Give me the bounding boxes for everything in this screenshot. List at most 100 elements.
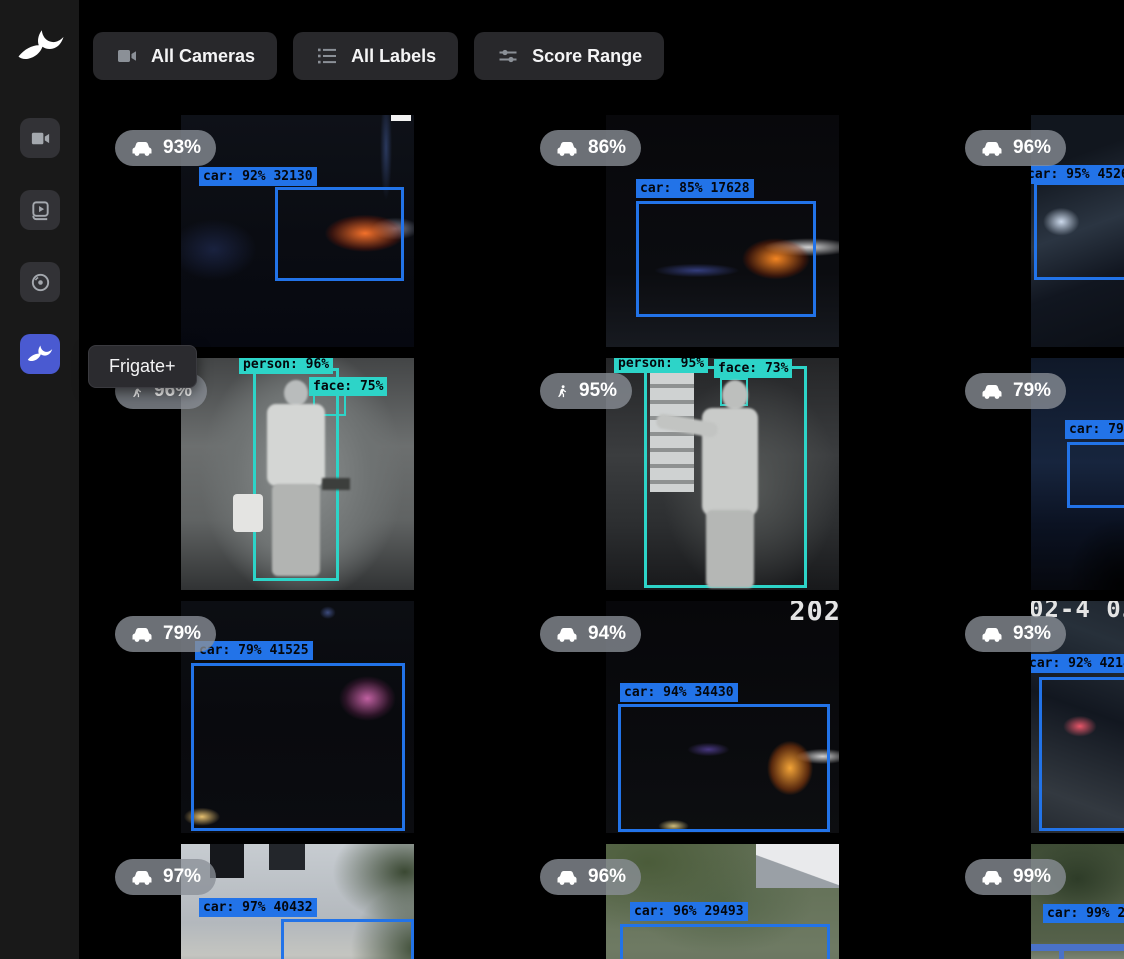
frigate-logo-icon — [17, 22, 65, 70]
bounding-box — [275, 187, 404, 281]
sidebar — [0, 0, 80, 959]
score-badge: 93% — [965, 616, 1066, 652]
badge-score: 97% — [163, 866, 201, 888]
bounding-box — [1034, 182, 1124, 280]
score-badge: 95% — [540, 373, 632, 409]
person-figure — [722, 380, 748, 410]
sidebar-item-frigate-plus[interactable] — [20, 334, 60, 374]
bbox-label: car: 96% 29493 — [630, 902, 748, 921]
badge-score: 86% — [588, 137, 626, 159]
detection-thumbnail[interactable]: 202 car: 94% 34430 — [606, 601, 839, 833]
bbox-label: car: 79% — [1065, 420, 1124, 439]
badge-score: 96% — [1013, 137, 1051, 159]
score-badge: 99% — [965, 859, 1066, 895]
bbox-label: person: 95% — [614, 358, 708, 373]
detection-card: 202 car: 94% 34430 94% — [530, 601, 955, 844]
score-badge: 96% — [540, 859, 641, 895]
face-label: face: 75% — [309, 377, 387, 396]
osd-fragment — [391, 115, 411, 121]
bbox-label: car: 99% 25 — [1043, 904, 1124, 923]
score-range-button[interactable]: Score Range — [474, 32, 664, 80]
frigate-plus-tooltip: Frigate+ — [88, 345, 197, 388]
camera-timestamp: 202 — [789, 601, 839, 627]
detection-card: person: 96% face: 75% 96% — [105, 358, 530, 601]
score-badge: 97% — [115, 859, 216, 895]
all-labels-button[interactable]: All Labels — [293, 32, 458, 80]
bounding-box — [1039, 677, 1124, 831]
detection-card: person: 95% face: 73% 95% — [530, 358, 955, 601]
sidebar-item-export[interactable] — [20, 262, 60, 302]
house-window — [269, 844, 305, 870]
review-icon — [29, 199, 52, 222]
detection-thumbnail[interactable]: person: 95% face: 73% — [606, 358, 839, 590]
car-icon — [130, 867, 154, 887]
detection-thumbnail[interactable]: person: 96% face: 75% — [181, 358, 414, 590]
sidebar-item-live[interactable] — [20, 118, 60, 158]
person-figure — [284, 380, 308, 406]
bucket — [233, 494, 263, 532]
bbox-label: car: 92% 32130 — [199, 167, 317, 186]
detection-thumbnail[interactable]: car: 92% 32130 — [181, 115, 414, 347]
person-figure — [706, 510, 754, 588]
score-range-label: Score Range — [532, 46, 642, 67]
car-icon — [130, 624, 154, 644]
sidebar-item-review[interactable] — [20, 190, 60, 230]
detection-card: car: 92% 32130 93% — [105, 115, 530, 358]
camera-icon — [29, 127, 52, 150]
camera-icon — [115, 44, 139, 68]
detection-card: car: 95% 45260 96% — [955, 115, 1124, 358]
detection-card: car: 79% 79% — [955, 358, 1124, 601]
bounding-box — [191, 663, 405, 831]
bounding-box — [281, 919, 414, 959]
bbox-label: car: 97% 40432 — [199, 898, 317, 917]
car-icon — [980, 138, 1004, 158]
score-badge: 86% — [540, 130, 641, 166]
filter-toolbar: All Cameras All Labels Score Range — [93, 32, 664, 80]
bbox-label: car: 94% 34430 — [620, 683, 738, 702]
house — [756, 844, 839, 888]
detection-card: car: 99% 25 99% — [955, 844, 1124, 959]
detection-card: car: 96% 29493 96% — [530, 844, 955, 959]
bounding-box — [620, 924, 830, 959]
badge-score: 96% — [588, 866, 626, 888]
bbox-label: car: 92% 4218 — [1031, 654, 1124, 673]
bbox-label: person: 96% — [239, 358, 333, 374]
detection-thumbnail[interactable]: car: 97% 40432 — [181, 844, 414, 959]
bounding-box — [1067, 442, 1124, 508]
bbox-label: car: 85% 17628 — [636, 179, 754, 198]
score-badge: 94% — [540, 616, 641, 652]
score-badge: 79% — [965, 373, 1066, 409]
badge-score: 95% — [579, 380, 617, 402]
badge-score: 79% — [163, 623, 201, 645]
detection-card: car: 79% 41525 79% — [105, 601, 530, 844]
car-icon — [130, 138, 154, 158]
detections-grid: car: 92% 32130 93% car: 85% 17628 86% ca… — [105, 115, 1124, 959]
detection-thumbnail[interactable]: car: 79% 41525 — [181, 601, 414, 833]
person-icon — [555, 381, 570, 402]
bbox-label: car: 95% 45260 — [1031, 165, 1124, 184]
score-badge: 93% — [115, 130, 216, 166]
disc-icon — [29, 271, 52, 294]
bounding-box — [636, 201, 816, 317]
railing — [1031, 944, 1124, 951]
all-cameras-button[interactable]: All Cameras — [93, 32, 277, 80]
person-figure — [272, 484, 320, 576]
car-icon — [555, 624, 579, 644]
detection-card: car: 97% 40432 97% — [105, 844, 530, 959]
badge-score: 99% — [1013, 866, 1051, 888]
car-icon — [980, 624, 1004, 644]
person-figure — [267, 404, 325, 486]
held-object — [322, 478, 350, 490]
detection-thumbnail[interactable]: car: 85% 17628 — [606, 115, 839, 347]
car-icon — [980, 867, 1004, 887]
badge-score: 94% — [588, 623, 626, 645]
score-badge: 79% — [115, 616, 216, 652]
list-icon — [315, 44, 339, 68]
car-icon — [555, 867, 579, 887]
detection-card: 02-4 05 0 car: 92% 4218 93% — [955, 601, 1124, 844]
badge-score: 93% — [1013, 623, 1051, 645]
detection-thumbnail[interactable]: car: 96% 29493 — [606, 844, 839, 959]
face-label: face: 73% — [714, 359, 792, 378]
sliders-icon — [496, 44, 520, 68]
detection-card: car: 85% 17628 86% — [530, 115, 955, 358]
